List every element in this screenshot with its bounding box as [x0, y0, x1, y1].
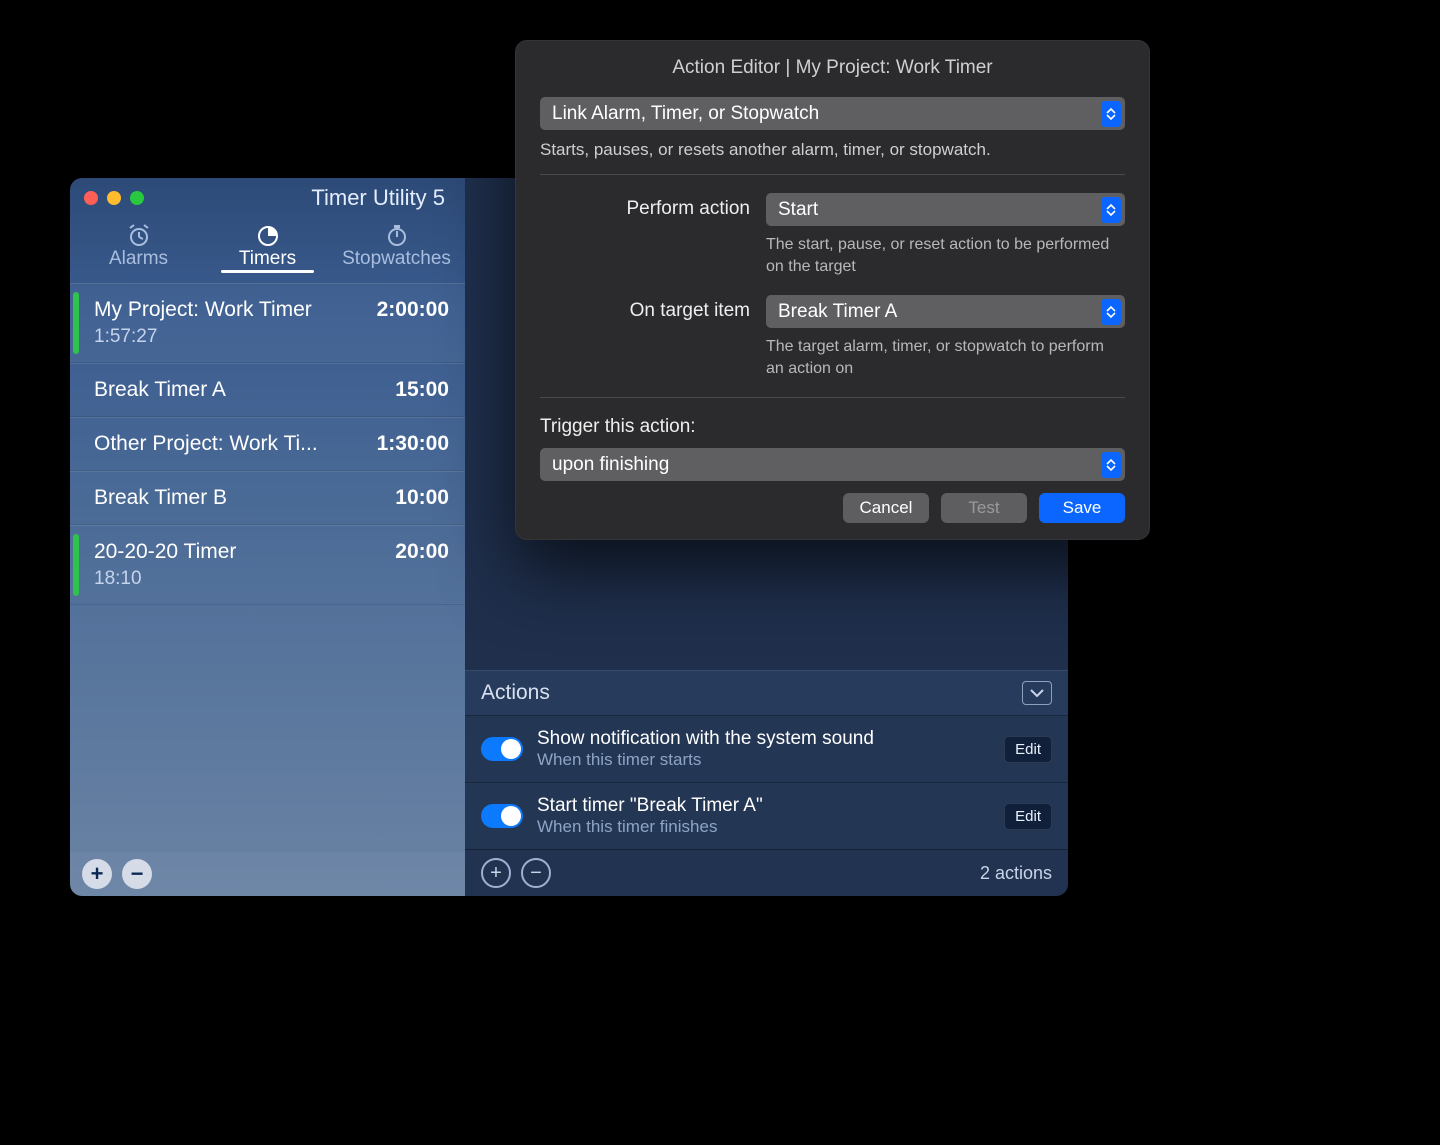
stepper-arrows-icon	[1101, 452, 1121, 478]
action-item: Start timer "Break Timer A" When this ti…	[465, 782, 1068, 849]
target-item-select[interactable]: Break Timer A	[766, 295, 1125, 328]
minimize-window-button[interactable]	[107, 191, 121, 205]
perform-action-value: Start	[778, 199, 818, 221]
actions-section: Actions Show notification with the syste…	[465, 670, 1068, 849]
timer-duration: 2:00:00	[377, 298, 449, 322]
tab-bar: Alarms Timers Stopwatches	[70, 218, 465, 283]
trigger-label: Trigger this action:	[540, 416, 1125, 438]
action-editor-dialog: Action Editor | My Project: Work Timer L…	[515, 40, 1150, 540]
stepper-arrows-icon	[1101, 101, 1121, 127]
traffic-lights	[84, 191, 144, 205]
timer-list: My Project: Work Timer 2:00:00 1:57:27 B…	[70, 283, 465, 852]
detail-footer: + − 2 actions	[465, 849, 1068, 896]
action-type-description: Starts, pauses, or resets another alarm,…	[540, 140, 1125, 160]
timer-name: Break Timer A	[94, 378, 226, 402]
action-toggle[interactable]	[481, 804, 523, 828]
action-item: Show notification with the system sound …	[465, 715, 1068, 782]
collapse-actions-button[interactable]	[1022, 681, 1052, 705]
timer-duration: 10:00	[395, 486, 449, 510]
sidebar: Timer Utility 5 Alarms Timers	[70, 178, 465, 896]
sidebar-footer: + −	[70, 852, 465, 896]
timer-row[interactable]: 20-20-20 Timer 20:00 18:10	[70, 525, 465, 605]
edit-action-button[interactable]: Edit	[1004, 803, 1052, 830]
app-title: Timer Utility 5	[153, 185, 451, 211]
timer-row[interactable]: Break Timer A 15:00	[70, 363, 465, 417]
window-titlebar: Timer Utility 5	[70, 178, 465, 218]
add-timer-button[interactable]: +	[82, 859, 112, 889]
remove-timer-button[interactable]: −	[122, 859, 152, 889]
target-item-label: On target item	[540, 295, 750, 322]
timer-row[interactable]: My Project: Work Timer 2:00:00 1:57:27	[70, 283, 465, 363]
dialog-button-row: Cancel Test Save	[516, 481, 1149, 523]
action-toggle[interactable]	[481, 737, 523, 761]
timer-duration: 20:00	[395, 540, 449, 564]
action-type-select[interactable]: Link Alarm, Timer, or Stopwatch	[540, 97, 1125, 130]
tab-timers[interactable]: Timers	[203, 224, 332, 283]
timer-icon	[255, 224, 281, 246]
timer-name: My Project: Work Timer	[94, 298, 312, 322]
alarm-clock-icon	[126, 224, 152, 246]
chevron-down-icon	[1030, 688, 1044, 698]
stepper-arrows-icon	[1101, 197, 1121, 223]
zoom-window-button[interactable]	[130, 191, 144, 205]
timer-remaining: 18:10	[94, 568, 449, 590]
action-subtitle: When this timer finishes	[537, 817, 990, 837]
timer-name: Break Timer B	[94, 486, 227, 510]
target-item-value: Break Timer A	[778, 301, 897, 323]
test-button[interactable]: Test	[941, 493, 1027, 523]
tab-stopwatches[interactable]: Stopwatches	[332, 224, 461, 283]
cancel-button[interactable]: Cancel	[843, 493, 929, 523]
perform-action-label: Perform action	[540, 193, 750, 220]
add-action-button[interactable]: +	[481, 858, 511, 888]
stopwatch-icon	[384, 224, 410, 246]
timer-name: Other Project: Work Ti...	[94, 432, 318, 456]
action-subtitle: When this timer starts	[537, 750, 990, 770]
save-button[interactable]: Save	[1039, 493, 1125, 523]
target-item-description: The target alarm, timer, or stopwatch to…	[766, 336, 1125, 379]
action-count-label: 2 actions	[980, 863, 1052, 884]
timer-row[interactable]: Other Project: Work Ti... 1:30:00	[70, 417, 465, 471]
timer-row[interactable]: Break Timer B 10:00	[70, 471, 465, 525]
trigger-value: upon finishing	[552, 454, 669, 476]
close-window-button[interactable]	[84, 191, 98, 205]
timer-name: 20-20-20 Timer	[94, 540, 236, 564]
perform-action-description: The start, pause, or reset action to be …	[766, 234, 1125, 277]
actions-header: Actions	[465, 670, 1068, 715]
action-type-value: Link Alarm, Timer, or Stopwatch	[552, 103, 819, 125]
trigger-select[interactable]: upon finishing	[540, 448, 1125, 481]
timer-duration: 15:00	[395, 378, 449, 402]
timer-remaining: 1:57:27	[94, 326, 449, 348]
tab-alarms[interactable]: Alarms	[74, 224, 203, 283]
dialog-title: Action Editor | My Project: Work Timer	[516, 41, 1149, 97]
timer-duration: 1:30:00	[377, 432, 449, 456]
perform-action-select[interactable]: Start	[766, 193, 1125, 226]
remove-action-button[interactable]: −	[521, 858, 551, 888]
action-title: Show notification with the system sound	[537, 728, 990, 750]
actions-title: Actions	[481, 681, 550, 705]
edit-action-button[interactable]: Edit	[1004, 736, 1052, 763]
stepper-arrows-icon	[1101, 299, 1121, 325]
action-title: Start timer "Break Timer A"	[537, 795, 990, 817]
